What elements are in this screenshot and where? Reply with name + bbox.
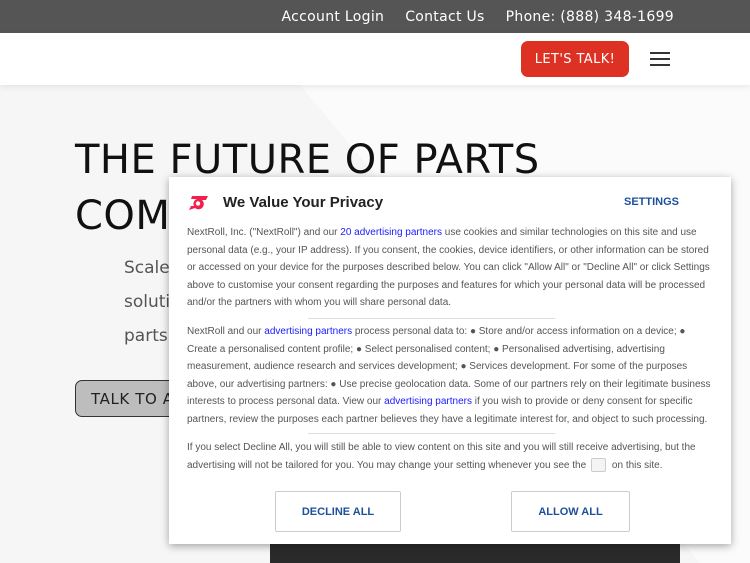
hero-sub-line: parts.: [124, 326, 174, 346]
nextroll-mini-icon: [590, 457, 606, 472]
account-login-link[interactable]: Account Login: [282, 9, 385, 25]
decline-all-button[interactable]: DECLINE ALL: [275, 491, 401, 532]
text: NextRoll and our: [187, 326, 265, 337]
text: on this site.: [611, 459, 663, 471]
top-utility-bar: Account Login Contact Us Phone: (888) 34…: [0, 0, 750, 33]
nextroll-logo-icon: [189, 196, 208, 210]
consent-paragraph-1: NextRoll, Inc. ("NextRoll") and our 20 a…: [187, 224, 717, 312]
dialog-title: We Value Your Privacy: [223, 194, 384, 211]
advertising-partners-link[interactable]: advertising partners: [384, 396, 472, 407]
phone-link[interactable]: Phone: (888) 348-1699: [506, 9, 674, 25]
consent-paragraph-2: NextRoll and our advertising partners pr…: [187, 323, 717, 429]
main-navbar: LET'S TALK!: [0, 33, 750, 85]
hero-sub-line: soluti: [124, 292, 171, 312]
consent-paragraph-3: If you select Decline All, you will stil…: [187, 439, 717, 474]
divider: [308, 318, 555, 319]
contact-us-link[interactable]: Contact Us: [405, 9, 484, 25]
text: NextRoll, Inc. ("NextRoll") and our: [187, 227, 341, 238]
advertising-partners-link[interactable]: advertising partners: [264, 326, 352, 337]
divider: [308, 433, 555, 434]
hero-sub-line: Scale: [124, 258, 170, 278]
text: use cookies and similar technologies on …: [187, 227, 710, 309]
hero-title-line2: COM: [75, 193, 171, 239]
allow-all-button[interactable]: ALLOW ALL: [511, 491, 630, 532]
settings-link[interactable]: SETTINGS: [624, 196, 679, 208]
lets-talk-button[interactable]: LET'S TALK!: [521, 41, 629, 77]
hamburger-icon[interactable]: [650, 52, 670, 68]
advertising-partners-link[interactable]: 20 advertising partners: [340, 227, 442, 238]
privacy-consent-dialog: We Value Your Privacy SETTINGS NextRoll,…: [169, 177, 731, 544]
